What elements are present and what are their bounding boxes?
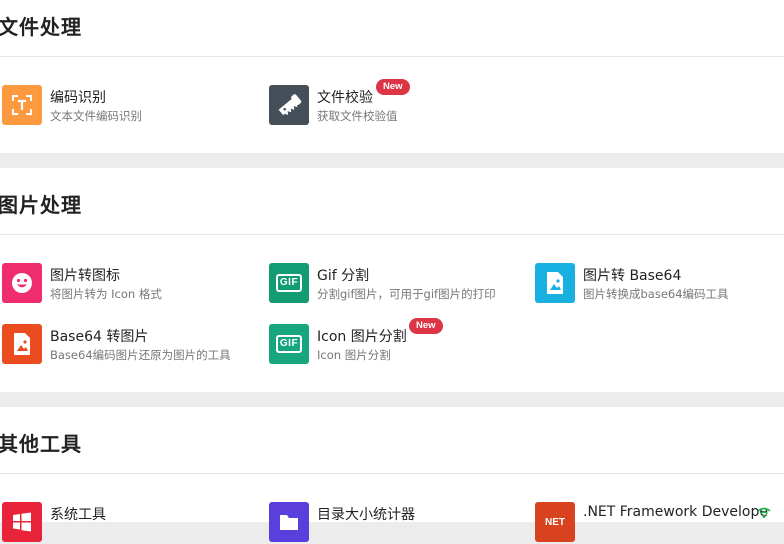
windows-icon: [2, 502, 42, 542]
image-file-icon: [535, 263, 575, 303]
net-icon: NET: [535, 502, 575, 542]
tool-name: 文件校验: [317, 90, 373, 106]
section-divider: [0, 234, 784, 235]
tool-name: .NET Framework Develope: [583, 504, 768, 520]
tool-system-tools[interactable]: 系统工具: [2, 502, 202, 544]
tool-name: 系统工具: [50, 507, 106, 523]
tool-base64-to-image[interactable]: Base64 转图片 Base64编码图片还原为图片的工具: [2, 324, 252, 366]
tool-gif-split[interactable]: GIF Gif 分割 分割gif图片，可用于gif图片的打印: [269, 263, 519, 305]
tool-name: Base64 转图片: [50, 329, 149, 345]
tool-directory-size[interactable]: 目录大小统计器: [269, 502, 489, 544]
tool-net-framework[interactable]: NET .NET Framework Develope: [535, 502, 784, 544]
tool-desc: 文本文件编码识别: [50, 109, 142, 123]
gif-icon: GIF: [269, 324, 309, 364]
wifi-icon: [757, 504, 771, 523]
tool-file-checksum[interactable]: 文件校验 New 获取文件校验值: [269, 79, 489, 127]
tool-desc: Icon 图片分割: [317, 348, 391, 362]
saw-icon: [269, 85, 309, 125]
tool-desc: 获取文件校验值: [317, 109, 398, 123]
section-image-processing: 图片处理 图片转图标 将图片转为 Icon 格式 GIF Gif 分割 分割gi…: [0, 168, 784, 392]
tool-name: 图片转图标: [50, 268, 120, 284]
section-title: 图片处理: [0, 193, 82, 217]
tool-image-to-icon[interactable]: 图片转图标 将图片转为 Icon 格式: [2, 263, 222, 305]
gif-icon: GIF: [269, 263, 309, 303]
section-title: 文件处理: [0, 15, 82, 39]
section-divider: [0, 56, 784, 57]
section-other-tools: 其他工具 系统工具 目录大小统计器 NET .NET Framework Dev…: [0, 407, 784, 542]
gif-icon-label: GIF: [275, 335, 303, 353]
new-badge: New: [409, 318, 443, 334]
tool-desc: Base64编码图片还原为图片的工具: [50, 348, 231, 362]
image-file-icon: [2, 324, 42, 364]
tool-name: Gif 分割: [317, 268, 370, 284]
gif-icon-label: GIF: [275, 274, 303, 292]
section-divider: [0, 473, 784, 474]
tool-image-to-base64[interactable]: 图片转 Base64 图片转换成base64编码工具: [535, 263, 775, 305]
tool-name: 目录大小统计器: [317, 507, 415, 523]
tool-name: 图片转 Base64: [583, 268, 682, 284]
smiley-icon: [2, 263, 42, 303]
text-scan-icon: [2, 85, 42, 125]
section-file-processing: 文件处理 编码识别 文本文件编码识别 文件校验 New 获取文件校验值: [0, 0, 784, 153]
tool-desc: 将图片转为 Icon 格式: [50, 287, 162, 301]
tool-desc: 图片转换成base64编码工具: [583, 287, 729, 301]
tool-icon-split[interactable]: GIF Icon 图片分割 New Icon 图片分割: [269, 318, 489, 366]
tool-name: Icon 图片分割: [317, 329, 407, 345]
tool-encoding-detect[interactable]: 编码识别 文本文件编码识别: [2, 85, 202, 127]
net-icon-label: NET: [545, 516, 565, 528]
tool-name: 编码识别: [50, 90, 106, 106]
new-badge: New: [376, 79, 410, 95]
folder-icon: [269, 502, 309, 542]
tool-desc: 分割gif图片，可用于gif图片的打印: [317, 287, 496, 301]
section-title: 其他工具: [0, 432, 82, 456]
